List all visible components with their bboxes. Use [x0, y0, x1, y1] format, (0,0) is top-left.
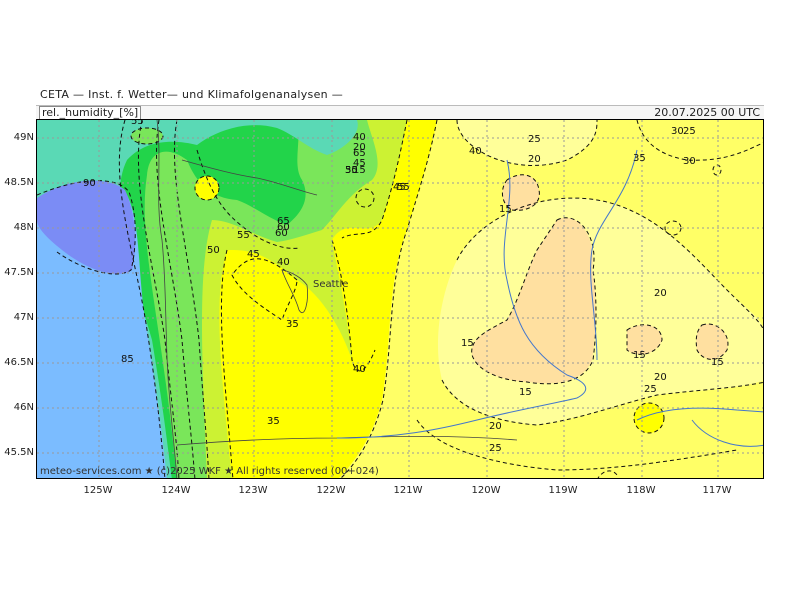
contour-label: 40	[353, 364, 366, 375]
lon-label-122w: 122W	[316, 485, 346, 496]
contour-label: 20	[654, 288, 667, 299]
humidity-map: Seattle 90 85 65 55 50 45 40 35 30 25 20…	[36, 119, 764, 479]
lon-label-117w: 117W	[702, 485, 732, 496]
contour-label: 25	[489, 443, 502, 454]
contour-label: 55	[131, 120, 144, 127]
contour-label: 85	[121, 354, 134, 365]
lon-label-120w: 120W	[471, 485, 501, 496]
contour-label: 20	[353, 142, 366, 153]
humidity-fill-layer	[37, 120, 763, 478]
contour-label: 25	[683, 126, 696, 137]
contour-label: 25	[528, 134, 541, 145]
contour-label: 65	[277, 216, 290, 227]
contour-label: 15	[633, 350, 646, 361]
lon-label-124w: 124W	[161, 485, 191, 496]
variable-label: rel._humidity_[%]	[39, 106, 142, 120]
lat-label-48n: 48N	[13, 222, 34, 233]
contour-label: 55	[397, 182, 410, 193]
contour-label: 90	[83, 178, 96, 189]
contour-label: 15	[519, 387, 532, 398]
lon-label-119w: 119W	[548, 485, 578, 496]
contour-label: 35	[267, 416, 280, 427]
lat-label-48-5n: 48.5N	[4, 177, 34, 188]
lat-label-47-5n: 47.5N	[4, 267, 34, 278]
contour-label: 20	[489, 421, 502, 432]
contour-label: 50	[207, 245, 220, 256]
source-title: CETA — Inst. f. Wetter— und Klimafolgena…	[40, 88, 344, 101]
lon-label-123w: 123W	[238, 485, 268, 496]
lat-label-49n: 49N	[13, 132, 34, 143]
city-label-seattle: Seattle	[313, 279, 348, 290]
contour-label: 50	[345, 165, 358, 176]
lat-label-47n: 47N	[13, 312, 34, 323]
title-bar: rel._humidity_[%] 20.07.2025 00 UTC	[36, 105, 764, 120]
contour-label: 20	[654, 372, 667, 383]
contour-label: 35	[286, 319, 299, 330]
contour-label: 45	[247, 249, 260, 260]
contour-label: 35	[633, 153, 646, 164]
contour-label: 40	[353, 132, 366, 143]
contour-label: 40	[277, 257, 290, 268]
lon-label-118w: 118W	[626, 485, 656, 496]
lon-label-125w: 125W	[83, 485, 113, 496]
valid-time: 20.07.2025 00 UTC	[654, 106, 760, 119]
contour-label: 40	[469, 146, 482, 157]
contour-label: 25	[644, 384, 657, 395]
contour-label: 30	[671, 126, 684, 137]
contour-label: 20	[528, 154, 541, 165]
contour-label: 55	[237, 230, 250, 241]
lat-label-46-5n: 46.5N	[4, 357, 34, 368]
map-canvas: Seattle 90 85 65 55 50 45 40 35 30 25 20…	[37, 120, 763, 478]
lat-label-45-5n: 45.5N	[4, 447, 34, 458]
contour-label: 15	[461, 338, 474, 349]
contour-label: 15	[711, 357, 724, 368]
contour-label: 30	[683, 156, 696, 167]
contour-label: 15	[499, 204, 512, 215]
copyright-footer: meteo-services.com ★ (c)2025 WKF ★ All r…	[40, 466, 379, 477]
lat-label-46n: 46N	[13, 402, 34, 413]
lon-label-121w: 121W	[393, 485, 423, 496]
